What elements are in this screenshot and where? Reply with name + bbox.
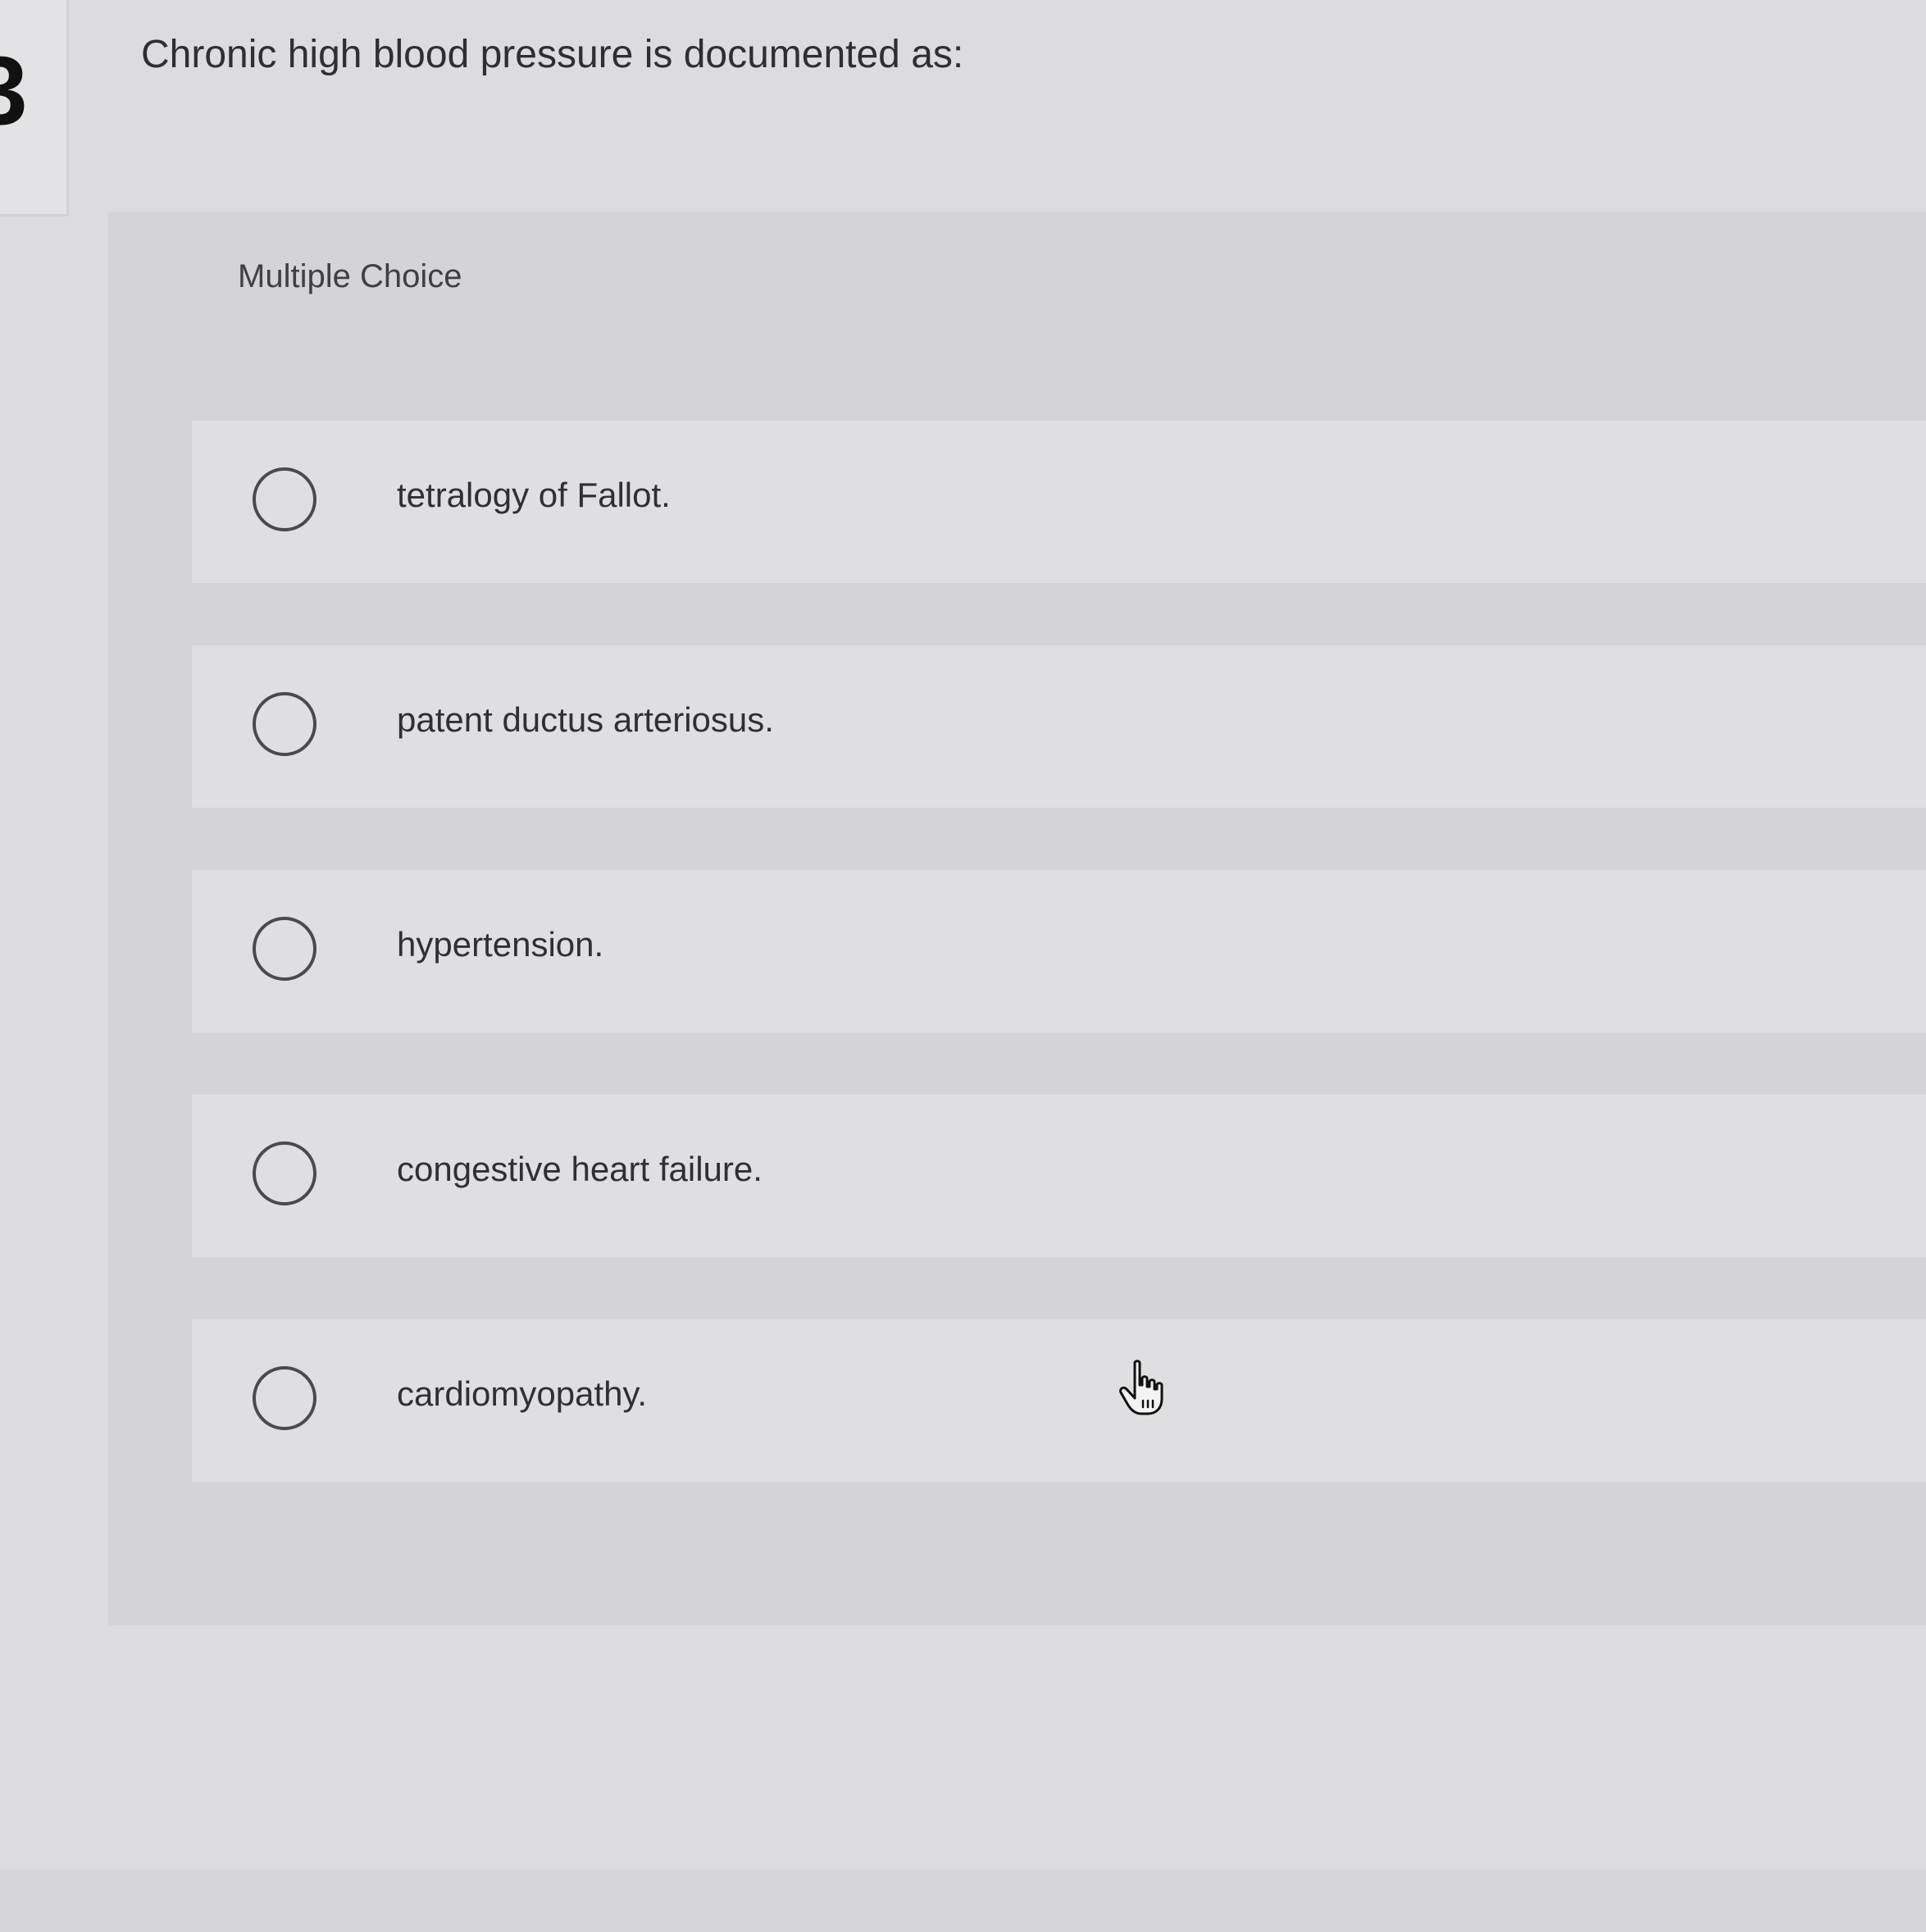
- hand-pointer-icon: [1119, 1360, 1163, 1415]
- answer-option-patent-ductus-arteriosus[interactable]: patent ductus arteriosus.: [192, 645, 1926, 808]
- answer-option-tetralogy-of-fallot[interactable]: tetralogy of Fallot.: [192, 421, 1926, 583]
- radio-circle-icon[interactable]: [253, 467, 316, 531]
- option-label: congestive heart failure.: [397, 1150, 763, 1188]
- answer-panel: Multiple Choice tetralogy of Fallot. pat…: [108, 212, 1926, 1625]
- answer-option-cardiomyopathy[interactable]: cardiomyopathy.: [192, 1319, 1926, 1482]
- answer-option-congestive-heart-failure[interactable]: congestive heart failure.: [192, 1095, 1926, 1257]
- radio-circle-icon[interactable]: [253, 692, 316, 756]
- option-label: tetralogy of Fallot.: [397, 476, 671, 514]
- question-type-label: Multiple Choice: [238, 258, 462, 294]
- option-label: cardiomyopathy.: [397, 1374, 648, 1413]
- question-number: 3: [0, 43, 28, 139]
- answer-option-hypertension[interactable]: hypertension.: [192, 870, 1926, 1032]
- page-bottom-area: [0, 1870, 1926, 1932]
- answer-options: tetralogy of Fallot. patent ductus arter…: [192, 421, 1926, 1544]
- option-label: hypertension.: [397, 925, 604, 964]
- radio-circle-icon[interactable]: [253, 1141, 316, 1205]
- question-prompt: Chronic high blood pressure is documente…: [141, 33, 964, 76]
- question-number-tab: 3: [0, 0, 69, 216]
- option-label: patent ductus arteriosus.: [397, 700, 774, 739]
- radio-circle-icon[interactable]: [253, 917, 316, 981]
- radio-circle-icon[interactable]: [253, 1366, 316, 1430]
